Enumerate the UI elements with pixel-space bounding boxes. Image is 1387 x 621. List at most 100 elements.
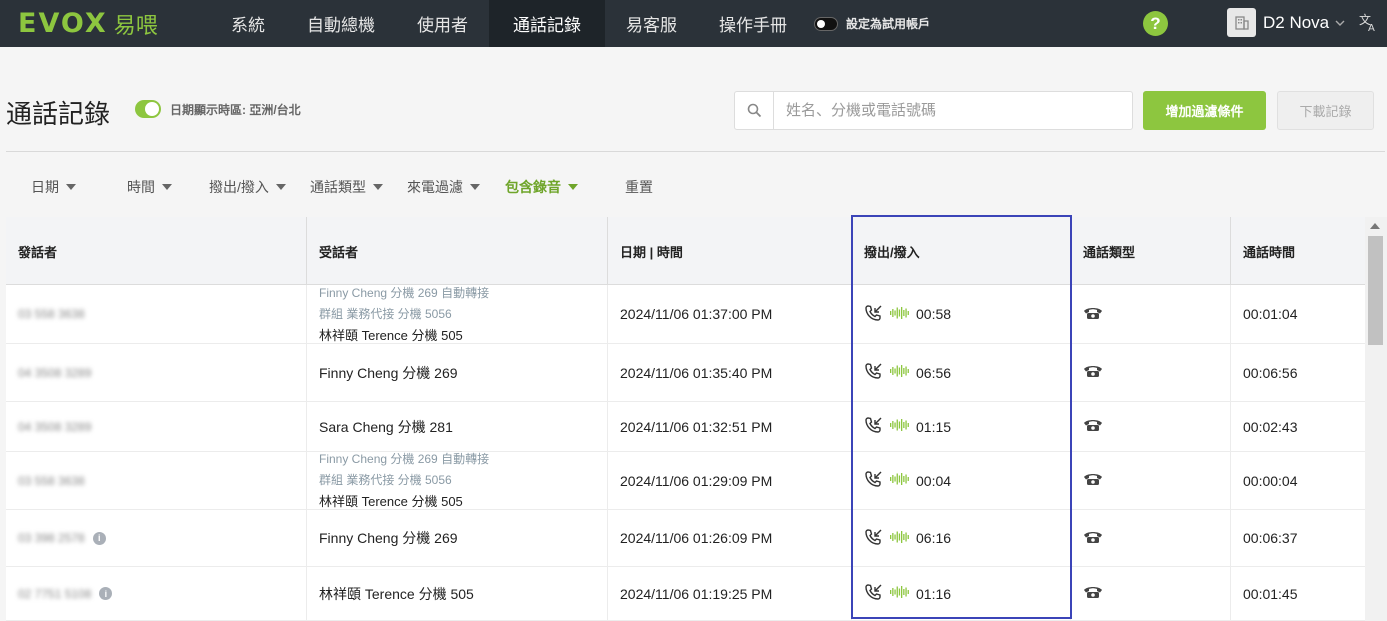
callee-details: Finny Cheng 分機 269 自動轉接 群組 業務代接 分機 5056 林祥… xyxy=(319,283,489,346)
duration-cell: 00:06:37 xyxy=(1230,510,1365,566)
column-header-callee[interactable]: 受話者 xyxy=(306,217,607,285)
table-row[interactable]: 03 558 3638 Finny Cheng 分機 269 自動轉接 群組 業務代… xyxy=(6,285,1365,344)
table-row[interactable]: 03 558 3638 Finny Cheng 分機 269 自動轉接 群組 業務代… xyxy=(6,452,1365,510)
help-icon[interactable]: ? xyxy=(1143,11,1168,36)
callee-cell: Finny Cheng 分機 269 自動轉接 群組 業務代接 分機 5056 林祥… xyxy=(306,285,607,343)
callee-cell: Sara Cheng 分機 281 xyxy=(306,402,607,451)
direction-cell: 01:16 xyxy=(851,567,1070,620)
duration-cell: 00:01:04 xyxy=(1230,285,1365,343)
caret-down-icon xyxy=(568,184,578,190)
caret-down-icon xyxy=(162,184,172,190)
add-filter-button[interactable]: 增加過濾條件 xyxy=(1143,91,1266,130)
filter-incoming[interactable]: 來電過濾 xyxy=(407,177,480,197)
datetime-cell: 2024/11/06 01:35:40 PM xyxy=(607,344,851,401)
scroll-up-icon[interactable] xyxy=(1370,223,1380,229)
callee-name: 林祥頤 Terence 分機 505 xyxy=(319,494,463,509)
direction-cell: 00:04 xyxy=(851,452,1070,509)
filter-call-type[interactable]: 通話類型 xyxy=(310,177,383,197)
filter-time-label: 時間 xyxy=(127,179,155,195)
trial-account-toggle[interactable]: 設定為試用帳戶 xyxy=(814,15,930,32)
column-header-datetime[interactable]: 日期 | 時間 xyxy=(607,217,851,285)
telephone-icon xyxy=(1083,364,1103,381)
info-icon[interactable]: i xyxy=(99,587,113,600)
account-menu[interactable]: D2 Nova xyxy=(1227,8,1345,37)
scrollbar[interactable] xyxy=(1365,217,1387,621)
duration-cell: 00:00:04 xyxy=(1230,452,1365,509)
callee-cell: Finny Cheng 分機 269 xyxy=(306,344,607,401)
call-datetime: 2024/11/06 01:19:25 PM xyxy=(620,585,773,602)
incoming-call-icon xyxy=(864,416,884,437)
telephone-icon xyxy=(1083,585,1103,602)
column-header-direction[interactable]: 撥出/撥入 xyxy=(851,217,1070,285)
filter-direction[interactable]: 撥出/撥入 xyxy=(209,177,286,197)
filter-reset[interactable]: 重置 xyxy=(625,177,653,197)
column-header-caller[interactable]: 發話者 xyxy=(6,217,306,285)
call-datetime: 2024/11/06 01:35:40 PM xyxy=(620,364,773,381)
caller-number: 03 558 3638 xyxy=(18,307,85,321)
caller-cell: 03 558 3638 xyxy=(6,285,306,343)
search-box[interactable] xyxy=(734,91,1133,130)
direction-cell: 00:58 xyxy=(851,285,1070,343)
column-header-duration[interactable]: 通話時間 xyxy=(1230,217,1365,285)
direction-cell: 06:56 xyxy=(851,344,1070,401)
info-icon[interactable]: i xyxy=(92,531,106,545)
call-type-cell xyxy=(1070,402,1230,451)
call-type-cell xyxy=(1070,510,1230,566)
table-row[interactable]: 04 3508 3289 Sara Cheng 分機 281 2024/11/06 … xyxy=(6,402,1365,452)
account-name: D2 Nova xyxy=(1263,12,1330,32)
nav-item-call-records[interactable]: 通話記錄 xyxy=(489,0,605,47)
caret-down-icon xyxy=(275,184,286,190)
recording-waveform-icon[interactable] xyxy=(890,364,910,381)
table-header: 發話者 受話者 日期 | 時間 撥出/撥入 通話類型 通話時間 xyxy=(6,217,1365,285)
incoming-call-icon xyxy=(864,583,884,604)
call-datetime: 2024/11/06 01:32:51 PM xyxy=(620,418,773,435)
filter-recording[interactable]: 包含錄音 xyxy=(505,177,578,197)
call-duration: 00:00:04 xyxy=(1243,472,1298,489)
nav-item-system[interactable]: 系統 xyxy=(210,0,286,47)
datetime-cell: 2024/11/06 01:29:09 PM xyxy=(607,452,851,509)
logo[interactable]: EVOX 易喂 xyxy=(0,8,210,40)
table-row[interactable]: 02 7751 5108 i 林祥頤 Terence 分機 505 2024/11/0… xyxy=(6,567,1365,621)
call-duration: 00:01:45 xyxy=(1243,585,1298,602)
callee-name: Finny Cheng 分機 269 xyxy=(319,530,458,546)
svg-text:A: A xyxy=(1368,23,1375,32)
ring-time: 06:56 xyxy=(916,364,952,381)
datetime-cell: 2024/11/06 01:32:51 PM xyxy=(607,402,851,451)
datetime-cell: 2024/11/06 01:19:25 PM xyxy=(607,567,851,620)
caller-cell: 03 558 3638 xyxy=(6,452,306,509)
filter-date[interactable]: 日期 xyxy=(31,177,76,197)
recording-waveform-icon[interactable] xyxy=(890,530,910,547)
column-header-call-type[interactable]: 通話類型 xyxy=(1070,217,1230,285)
trial-label: 設定為試用帳戶 xyxy=(846,17,931,31)
incoming-call-icon xyxy=(864,362,884,383)
table-row[interactable]: 04 3508 3289 Finny Cheng 分機 269 2024/11/06… xyxy=(6,344,1365,402)
trial-toggle-switch[interactable] xyxy=(814,16,838,31)
recording-waveform-icon[interactable] xyxy=(890,472,910,489)
timezone-toggle[interactable]: 日期顯示時區: 亞洲/台北 xyxy=(135,100,301,118)
nav-item-auto-attendant[interactable]: 自動總機 xyxy=(286,0,396,47)
nav-item-users[interactable]: 使用者 xyxy=(396,0,489,47)
translate-icon[interactable]: 文A xyxy=(1359,12,1379,37)
filter-time[interactable]: 時間 xyxy=(127,177,172,197)
page-title: 通話記錄 xyxy=(6,99,111,129)
recording-waveform-icon[interactable] xyxy=(890,585,910,602)
direction-cell: 06:16 xyxy=(851,510,1070,566)
callee-name: 林祥頤 Terence 分機 505 xyxy=(319,327,463,343)
filter-direction-label: 撥出/撥入 xyxy=(209,179,269,195)
timezone-toggle-switch[interactable] xyxy=(135,100,161,118)
callee-forward-info: Finny Cheng 分機 269 自動轉接 xyxy=(319,285,490,300)
search-input[interactable] xyxy=(774,92,1132,129)
download-button[interactable]: 下載記錄 xyxy=(1277,91,1374,130)
table-row[interactable]: 03 398 2578 i Finny Cheng 分機 269 2024/11/06… xyxy=(6,510,1365,567)
ring-time: 01:16 xyxy=(916,585,952,602)
recording-waveform-icon[interactable] xyxy=(890,418,910,435)
nav-item-manual[interactable]: 操作手冊 xyxy=(698,0,808,47)
callee-name: Sara Cheng 分機 281 xyxy=(319,418,453,435)
nav-item-customer-service[interactable]: 易客服 xyxy=(605,0,698,47)
call-datetime: 2024/11/06 01:37:00 PM xyxy=(620,306,773,322)
top-nav: EVOX 易喂 系統 自動總機 使用者 通話記錄 易客服 操作手冊 設定為試用帳… xyxy=(0,0,1387,47)
scrollbar-thumb[interactable] xyxy=(1368,236,1383,345)
recording-waveform-icon[interactable] xyxy=(890,306,910,323)
logo-text: EVOX xyxy=(18,8,108,39)
incoming-call-icon xyxy=(864,304,884,325)
